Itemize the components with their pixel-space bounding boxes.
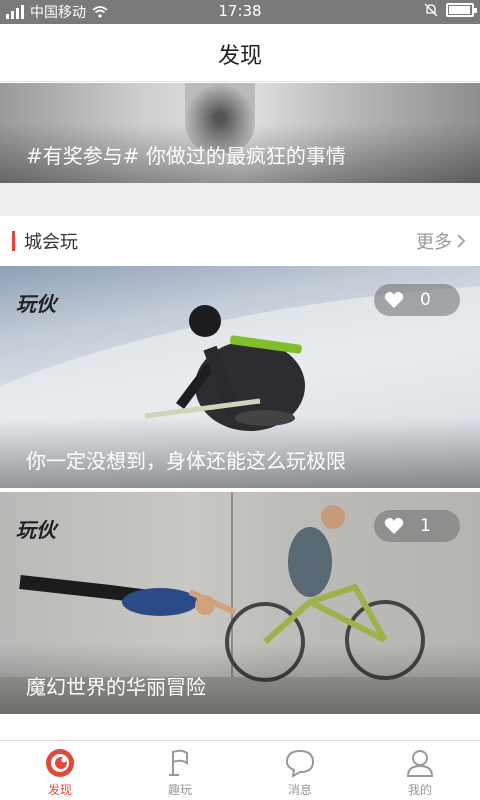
tab-label: 趣玩 — [167, 783, 192, 797]
tab-label: 发现 — [47, 783, 72, 797]
tab-profile[interactable]: 我的 — [360, 741, 480, 800]
discover-icon — [46, 749, 74, 777]
section-title: 城会玩 — [24, 232, 78, 253]
tab-discover[interactable]: 发现 — [0, 741, 120, 800]
section-divider — [0, 183, 480, 216]
status-time: 17:38 — [218, 2, 262, 20]
more-label: 更多 — [416, 232, 452, 253]
bottom-tab-bar: 发现 趣玩 消息 我的 — [0, 740, 480, 800]
content-card[interactable]: 玩伙 1 魔幻世界的华丽冒险 — [0, 492, 480, 714]
like-count: 0 — [420, 290, 431, 310]
section-accent-bar — [12, 231, 15, 251]
heart-icon — [384, 291, 404, 308]
mute-bell-icon — [424, 3, 438, 17]
app-header: 发现 — [0, 24, 480, 82]
like-button[interactable]: 0 — [374, 284, 460, 316]
card-logo: 玩伙 — [16, 292, 56, 316]
content-card[interactable]: 玩伙 0 你一定没想到，身体还能这么玩极限 — [0, 266, 480, 488]
page-title: 发现 — [217, 44, 262, 69]
flag-icon — [169, 749, 188, 776]
tab-messages[interactable]: 消息 — [240, 741, 360, 800]
more-link[interactable]: 更多 — [416, 228, 466, 254]
chevron-right-icon — [457, 234, 466, 248]
banner-title: #有奖参与# 你做过的最疯狂的事情 — [26, 144, 346, 168]
battery-level — [449, 6, 470, 14]
card-caption: 魔幻世界的华丽冒险 — [26, 675, 206, 699]
heart-icon — [384, 517, 404, 534]
card-logo: 玩伙 — [16, 518, 56, 542]
like-button[interactable]: 1 — [374, 510, 460, 542]
tab-fun[interactable]: 趣玩 — [120, 741, 240, 800]
tab-label: 消息 — [287, 783, 312, 797]
section-header: 城会玩 更多 — [0, 216, 480, 266]
status-bar: 中国移动 17:38 — [0, 0, 480, 24]
tab-label: 我的 — [407, 783, 432, 797]
like-count: 1 — [420, 516, 431, 536]
status-right — [424, 3, 477, 17]
card-caption: 你一定没想到，身体还能这么玩极限 — [26, 449, 346, 473]
message-icon — [285, 749, 315, 778]
profile-icon — [406, 750, 434, 777]
featured-banner[interactable]: #有奖参与# 你做过的最疯狂的事情 — [0, 83, 480, 183]
battery-icon — [446, 3, 477, 17]
